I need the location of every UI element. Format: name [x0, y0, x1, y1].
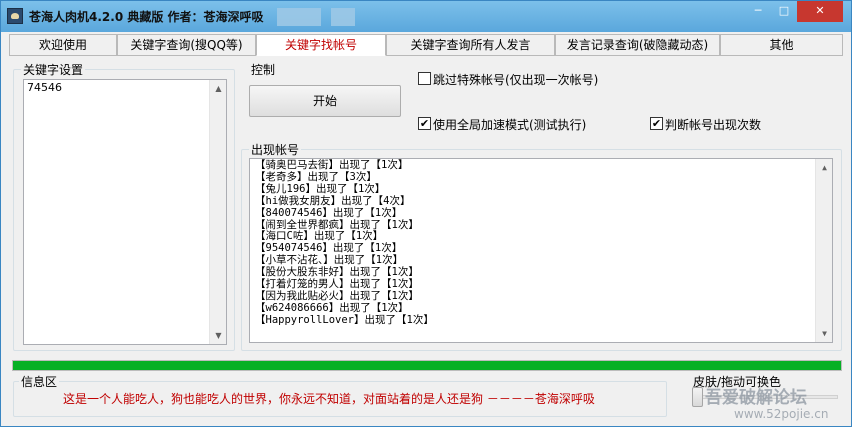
- progress-bar: [12, 360, 842, 371]
- tab-keyword-query[interactable]: 关键字查询(搜QQ等): [117, 34, 256, 56]
- result-line: 【兔儿196】出现了【1次】: [255, 182, 386, 195]
- results-scrollbar[interactable]: ▲ ▼: [815, 159, 832, 342]
- result-line: 【hi做我女朋友】出现了【4次】: [255, 194, 411, 207]
- global-accel-label: 使用全局加速模式(测试执行): [433, 118, 587, 132]
- redacted-block: [331, 8, 355, 26]
- check-icon: ✔: [651, 117, 662, 130]
- window-title: 苍海人肉机4.2.0 典藏版 作者：苍海深呼吸: [29, 10, 264, 24]
- keyword-input[interactable]: 74546 ▲ ▼: [23, 79, 227, 345]
- keyword-settings-label: 关键字设置: [21, 61, 86, 78]
- check-icon: ✔: [419, 117, 430, 130]
- result-line: 【HappyrollLover】出现了【1次】: [255, 313, 434, 326]
- global-accel-checkbox[interactable]: ✔: [418, 117, 431, 130]
- scroll-down-icon[interactable]: ▼: [210, 327, 227, 344]
- watermark-text: 吾爱破解论坛: [705, 388, 807, 408]
- scroll-up-icon[interactable]: ▲: [210, 80, 227, 97]
- result-line: 【w624086666】出现了【1次】: [255, 301, 409, 314]
- tab-other[interactable]: 其他: [720, 34, 843, 56]
- results-label: 出现帐号: [249, 141, 302, 158]
- keyword-value: 74546: [27, 81, 62, 94]
- redacted-block: [277, 8, 321, 26]
- result-line: 【840074546】出现了【1次】: [255, 206, 403, 219]
- title-bar[interactable]: 苍海人肉机4.2.0 典藏版 作者：苍海深呼吸 ─ □ ✕: [1, 1, 851, 32]
- app-icon: [7, 8, 23, 24]
- info-label: 信息区: [19, 373, 60, 390]
- judge-count-label: 判断帐号出现次数: [665, 118, 762, 132]
- skip-special-label: 跳过特殊帐号(仅出现一次帐号): [433, 73, 599, 87]
- tab-speech-record[interactable]: 发言记录查询(破隐藏动态): [555, 34, 720, 56]
- tab-keyword-all-speech[interactable]: 关键字查询所有人发言: [386, 34, 555, 56]
- tab-keyword-find-account[interactable]: 关键字找帐号: [256, 34, 386, 56]
- minimize-button[interactable]: ─: [745, 1, 771, 22]
- maximize-button[interactable]: □: [771, 1, 797, 22]
- scroll-up-icon[interactable]: ▲: [816, 159, 833, 176]
- close-button[interactable]: ✕: [797, 1, 843, 22]
- watermark-url: www.52pojie.cn: [734, 407, 829, 421]
- control-label: 控制: [249, 61, 278, 78]
- main-window: 苍海人肉机4.2.0 典藏版 作者：苍海深呼吸 ─ □ ✕ 欢迎使用 关键字查询…: [0, 0, 852, 427]
- tab-bar: 欢迎使用 关键字查询(搜QQ等) 关键字找帐号 关键字查询所有人发言 发言记录查…: [9, 34, 843, 56]
- progress-fill: [13, 361, 841, 370]
- skin-slider-thumb[interactable]: [692, 387, 703, 407]
- results-list[interactable]: 【骑奥巴马去街】出现了【1次】 【老奇多】出现了【3次】 【兔儿196】出现了【…: [249, 158, 833, 343]
- skip-special-checkbox[interactable]: [418, 72, 431, 85]
- start-button[interactable]: 开始: [249, 85, 401, 117]
- keyword-scrollbar[interactable]: ▲ ▼: [209, 80, 226, 344]
- scroll-down-icon[interactable]: ▼: [816, 325, 833, 342]
- tab-welcome[interactable]: 欢迎使用: [9, 34, 117, 56]
- judge-count-checkbox[interactable]: ✔: [650, 117, 663, 130]
- info-message: 这是一个人能吃人，狗也能吃人的世界，你永远不知道，对面站着的是人还是狗 －－－－…: [63, 392, 595, 406]
